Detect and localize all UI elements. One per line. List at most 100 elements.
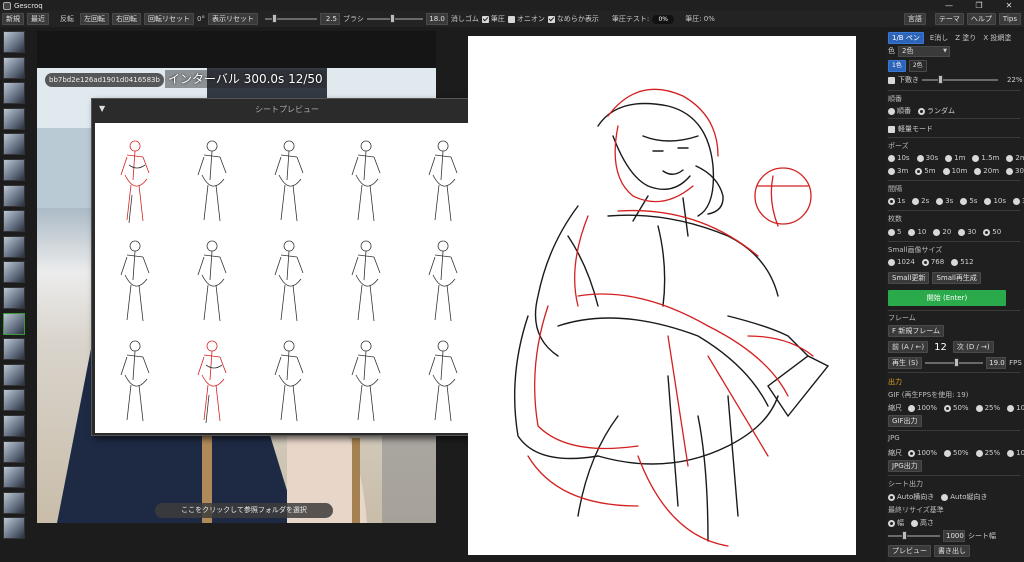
reference-thumbnail[interactable] — [3, 312, 25, 335]
jpg-scale-1-radio[interactable] — [944, 449, 952, 457]
reference-thumbnail[interactable] — [3, 184, 25, 207]
color-select[interactable]: 2色 — [898, 46, 950, 57]
small-regen-button[interactable]: Small再生成 — [932, 272, 981, 284]
interval-option-4[interactable]: 10s — [984, 197, 1006, 205]
small-size-option-2[interactable]: 512 — [951, 258, 974, 266]
onion-checkbox[interactable] — [507, 15, 515, 23]
reference-thumbnail[interactable] — [3, 338, 25, 361]
fps-slider[interactable] — [925, 357, 984, 369]
reference-thumbnail[interactable] — [3, 82, 25, 105]
pose-option-3-radio[interactable] — [972, 154, 980, 162]
jpg-scale-3-radio[interactable] — [1007, 449, 1015, 457]
gif-scale-2-radio[interactable] — [975, 404, 983, 412]
rotate-left-button[interactable]: 左回転 — [80, 13, 109, 25]
help-button[interactable]: ヘルプ — [966, 13, 996, 25]
recent-button[interactable]: 最近 — [27, 13, 49, 25]
gif-scale-0-radio[interactable] — [908, 404, 915, 412]
pose-option-b-4[interactable]: 30m — [1006, 167, 1024, 175]
count-option-1[interactable]: 10 — [908, 228, 926, 236]
reference-thumbnail[interactable] — [3, 133, 25, 156]
next-frame-button[interactable]: 次 (D / →) — [952, 341, 994, 353]
reference-thumbnail[interactable] — [3, 517, 25, 540]
order-seq-option[interactable]: 順番 — [888, 106, 911, 116]
interval-option-5-radio[interactable] — [1013, 197, 1020, 205]
language-button[interactable]: 言語 — [903, 13, 926, 25]
select-folder-button[interactable]: ここをクリックして参照フォルダを選択 — [155, 503, 333, 518]
interval-option-3-radio[interactable] — [960, 197, 968, 205]
pose-option-b-0-radio[interactable] — [888, 167, 895, 175]
light-mode-checkbox[interactable] — [888, 125, 895, 133]
reference-thumbnail[interactable] — [3, 31, 25, 53]
gif-scale-3-radio[interactable] — [1007, 404, 1015, 412]
interval-option-4-radio[interactable] — [984, 197, 992, 205]
fps-value[interactable]: 19.0 — [986, 357, 1007, 369]
pressure-checkbox[interactable] — [481, 15, 489, 23]
resize-height-option[interactable]: 高さ — [911, 518, 934, 528]
count-option-0-radio[interactable] — [888, 228, 895, 236]
underlay-slider[interactable] — [922, 74, 998, 86]
size-value[interactable]: 2.5 — [319, 13, 340, 25]
pose-option-3[interactable]: 1.5m — [972, 154, 999, 162]
pressure-toggle[interactable]: 筆圧 — [481, 14, 505, 24]
tool-lasso-button[interactable]: X 投網塗 — [983, 33, 1011, 43]
interval-option-0[interactable]: 1s — [888, 197, 905, 205]
pose-option-1-radio[interactable] — [916, 154, 924, 162]
pose-option-4[interactable]: 2m — [1006, 154, 1024, 162]
jpg-export-button[interactable]: JPG出力 — [888, 460, 922, 472]
reference-thumbnail[interactable] — [3, 389, 25, 412]
reference-thumbnail[interactable] — [3, 235, 25, 258]
smooth-checkbox[interactable] — [547, 15, 555, 23]
reference-thumbnail[interactable] — [3, 440, 25, 463]
pose-option-b-4-radio[interactable] — [1006, 167, 1014, 175]
jpg-scale-0-radio[interactable] — [908, 449, 915, 457]
small-size-option-0[interactable]: 1024 — [888, 258, 915, 266]
pose-option-b-1[interactable]: 5m — [915, 167, 936, 175]
gif-scale-1-radio[interactable] — [944, 404, 952, 412]
new-frame-button[interactable]: F 新規フレーム — [888, 325, 945, 337]
onion-toggle[interactable]: オニオン — [507, 14, 545, 24]
small-size-option-0-radio[interactable] — [888, 258, 895, 266]
auto-vertical-option[interactable]: Auto縦向き — [941, 492, 988, 502]
close-icon[interactable]: ✕ — [994, 0, 1024, 11]
color-swatch-2[interactable]: 2色 — [908, 60, 927, 72]
count-option-1-radio[interactable] — [908, 228, 916, 236]
flip-button[interactable]: 反転 — [60, 14, 74, 24]
pose-option-2-radio[interactable] — [945, 154, 953, 162]
pose-option-b-3-radio[interactable] — [974, 167, 982, 175]
sheet-width-slider-thumb[interactable] — [902, 531, 908, 540]
pose-option-0[interactable]: 10s — [888, 154, 910, 162]
interval-option-0-radio[interactable] — [888, 197, 895, 205]
pose-option-b-1-radio[interactable] — [915, 167, 923, 175]
resize-width-option[interactable]: 幅 — [888, 518, 904, 528]
underlay-slider-thumb[interactable] — [937, 75, 943, 84]
pose-option-b-2[interactable]: 10m — [942, 167, 967, 175]
gif-scale-0[interactable]: 100% — [908, 404, 937, 412]
color-swatch-1[interactable]: 1色 — [888, 60, 906, 72]
pose-option-4-radio[interactable] — [1006, 154, 1014, 162]
size-slider-thumb[interactable] — [272, 14, 278, 23]
pose-option-b-2-radio[interactable] — [942, 167, 950, 175]
preview-button[interactable]: プレビュー — [888, 545, 931, 557]
auto-horizontal-option[interactable]: Auto横向き — [888, 492, 934, 502]
play-button[interactable]: 再生 (S) — [888, 357, 923, 369]
reference-thumbnail[interactable] — [3, 491, 25, 514]
underlay-checkbox[interactable] — [888, 76, 895, 84]
brush-slider-thumb[interactable] — [389, 14, 395, 23]
gif-export-button[interactable]: GIF出力 — [888, 415, 922, 427]
theme-button[interactable]: テーマ — [934, 13, 964, 25]
gif-scale-3[interactable]: 10% — [1007, 404, 1024, 412]
reference-thumbnail[interactable] — [3, 107, 25, 130]
jpg-scale-0[interactable]: 100% — [908, 449, 937, 457]
drawing-canvas[interactable] — [468, 36, 856, 555]
count-option-0[interactable]: 5 — [888, 228, 901, 236]
order-random-option[interactable]: ランダム — [918, 106, 955, 116]
interval-option-2-radio[interactable] — [936, 197, 944, 205]
reference-thumbnail[interactable] — [3, 261, 25, 284]
rotate-reset-button[interactable]: 回転リセット — [144, 13, 194, 25]
reference-thumbnail[interactable] — [3, 56, 25, 79]
reference-thumbnail[interactable] — [3, 158, 25, 181]
count-option-4-radio[interactable] — [983, 228, 991, 236]
count-option-2-radio[interactable] — [933, 228, 941, 236]
jpg-scale-1[interactable]: 50% — [944, 449, 969, 457]
pose-option-2[interactable]: 1m — [945, 154, 965, 162]
